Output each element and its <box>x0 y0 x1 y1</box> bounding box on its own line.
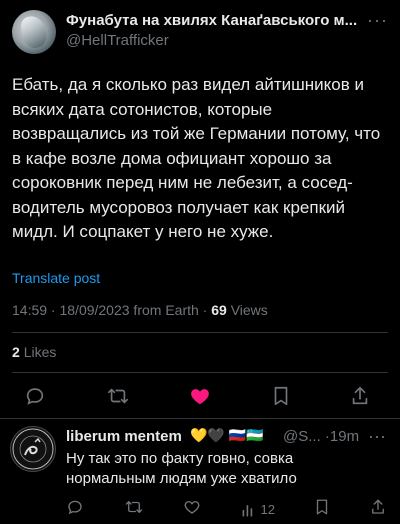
reply-more-options-icon[interactable]: ··· <box>368 426 386 447</box>
timestamp-source: 14:59 · 18/09/2023 from Earth · <box>12 302 212 318</box>
reply-author-badges: 💛🖤 🇷🇺🇺🇿 <box>190 427 264 443</box>
author-avatar[interactable] <box>12 10 56 54</box>
likes-link[interactable]: 2 Likes <box>12 344 56 360</box>
reply-text: Ну так это по факту говно, совка нормаль… <box>66 450 297 487</box>
more-options-icon[interactable]: ··· <box>367 10 388 31</box>
reply-heart-icon[interactable] <box>183 498 201 521</box>
tweet-meta: 14:59 · 18/09/2023 from Earth · 69 Views <box>12 302 268 318</box>
reply-actions: 12 <box>66 498 386 521</box>
tweet-actions <box>24 384 370 408</box>
reply-author-name[interactable]: liberum mentem <box>66 428 182 445</box>
author-handle[interactable]: @HellTrafficker <box>66 32 169 49</box>
tweet-text: Ебать, да я сколько раз видел айтишников… <box>12 75 381 241</box>
reply-comment-icon[interactable] <box>66 498 84 521</box>
divider <box>12 372 388 373</box>
tweet-header: Фунабута на хвилях Канаґавського м... @H… <box>12 10 388 54</box>
divider <box>12 332 388 333</box>
reply-bookmark-icon[interactable] <box>314 498 330 521</box>
divider <box>0 418 400 419</box>
views-count: 69 <box>211 302 227 318</box>
likes-count: 2 <box>12 344 20 360</box>
reply-tweet[interactable]: liberum mentem 💛🖤 🇷🇺🇺🇿 @S... ·19m ··· Ну… <box>0 420 400 524</box>
views-label: Views <box>230 302 268 318</box>
translate-post-link[interactable]: Translate post <box>12 270 100 286</box>
comment-icon[interactable] <box>24 385 46 407</box>
retweet-icon[interactable] <box>106 385 130 407</box>
author-name[interactable]: Фунабута на хвилях Канаґавського м... <box>66 12 357 29</box>
reply-retweet-icon[interactable] <box>124 498 144 521</box>
views-icon <box>242 504 252 516</box>
heart-icon[interactable] <box>189 385 211 407</box>
bookmark-icon[interactable] <box>271 385 291 407</box>
share-icon[interactable] <box>350 385 370 407</box>
likes-label: Likes <box>23 344 57 360</box>
reply-handle-time[interactable]: @S... ·19m <box>283 428 359 445</box>
reply-avatar[interactable] <box>10 426 56 472</box>
reply-views-count: 12 <box>260 502 275 517</box>
reply-share-icon[interactable] <box>370 498 386 521</box>
reply-views[interactable]: 12 <box>241 502 275 518</box>
